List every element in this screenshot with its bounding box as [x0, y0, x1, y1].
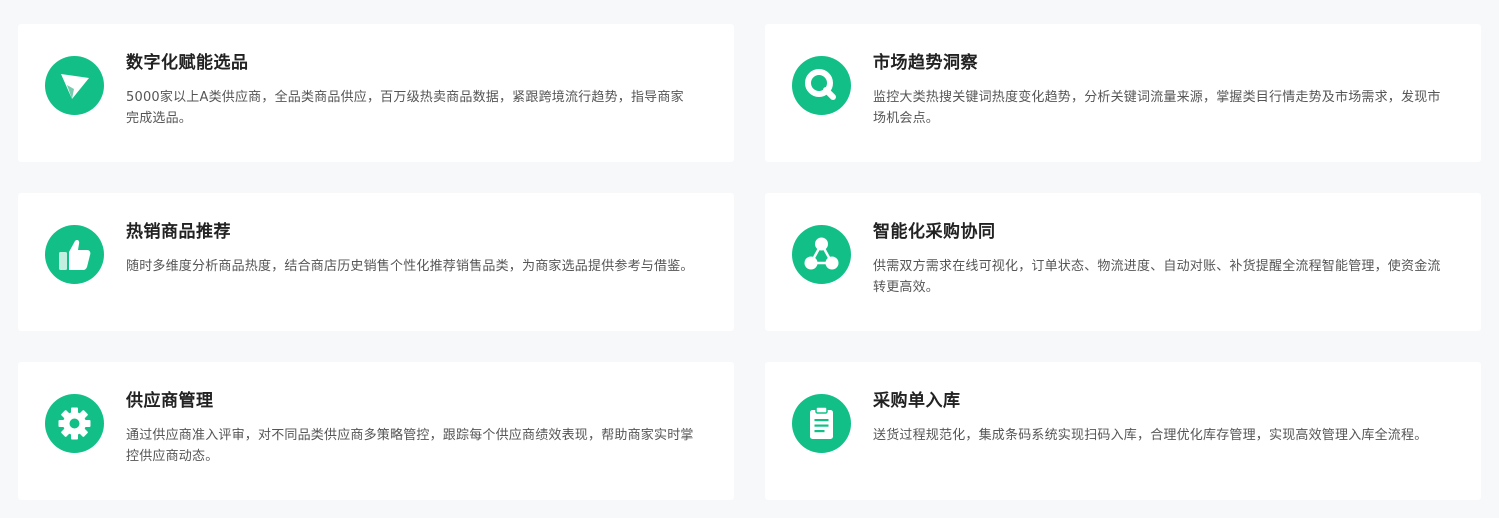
feature-card-hot-recommend: 热销商品推荐 随时多维度分析商品热度，结合商店历史销售个性化推荐销售品类，为商家… — [18, 193, 734, 331]
feature-title: 采购单入库 — [873, 391, 961, 411]
feature-description: 通过供应商准入评审，对不同品类供应商多策略管控，跟踪每个供应商绩效表现，帮助商家… — [126, 428, 694, 464]
feature-grid: 数字化赋能选品 5000家以上A类供应商，全品类商品供应，百万级热卖商品数据，紧… — [0, 0, 1499, 518]
feature-title: 热销商品推荐 — [126, 222, 231, 242]
feature-description: 随时多维度分析商品热度，结合商店历史销售个性化推荐销售品类，为商家选品提供参考与… — [126, 259, 694, 274]
thumbs-up-icon — [45, 225, 104, 284]
feature-title: 市场趋势洞察 — [873, 53, 978, 73]
clipboard-icon — [792, 394, 851, 453]
feature-card-digital-selection: 数字化赋能选品 5000家以上A类供应商，全品类商品供应，百万级热卖商品数据，紧… — [18, 24, 734, 162]
feature-title: 数字化赋能选品 — [126, 53, 249, 73]
feature-description: 5000家以上A类供应商，全品类商品供应，百万级热卖商品数据，紧跟跨境流行趋势，… — [126, 90, 684, 126]
gear-icon — [45, 394, 104, 453]
magnifier-icon — [792, 56, 851, 115]
feature-description: 供需双方需求在线可视化，订单状态、物流进度、自动对账、补货提醒全流程智能管理，使… — [873, 259, 1441, 295]
feature-title: 智能化采购协同 — [873, 222, 996, 242]
paper-plane-icon — [45, 56, 104, 115]
feature-description: 送货过程规范化，集成条码系统实现扫码入库，合理优化库存管理，实现高效管理入库全流… — [873, 428, 1428, 443]
feature-card-supplier-management: 供应商管理 通过供应商准入评审，对不同品类供应商多策略管控，跟踪每个供应商绩效表… — [18, 362, 734, 500]
feature-card-market-insight: 市场趋势洞察 监控大类热搜关键词热度变化趋势，分析关键词流量来源，掌握类目行情走… — [765, 24, 1481, 162]
feature-card-procurement-collab: 智能化采购协同 供需双方需求在线可视化，订单状态、物流进度、自动对账、补货提醒全… — [765, 193, 1481, 331]
feature-title: 供应商管理 — [126, 391, 214, 411]
network-nodes-icon — [792, 225, 851, 284]
feature-card-purchase-inbound: 采购单入库 送货过程规范化，集成条码系统实现扫码入库，合理优化库存管理，实现高效… — [765, 362, 1481, 500]
feature-description: 监控大类热搜关键词热度变化趋势，分析关键词流量来源，掌握类目行情走势及市场需求，… — [873, 90, 1441, 126]
